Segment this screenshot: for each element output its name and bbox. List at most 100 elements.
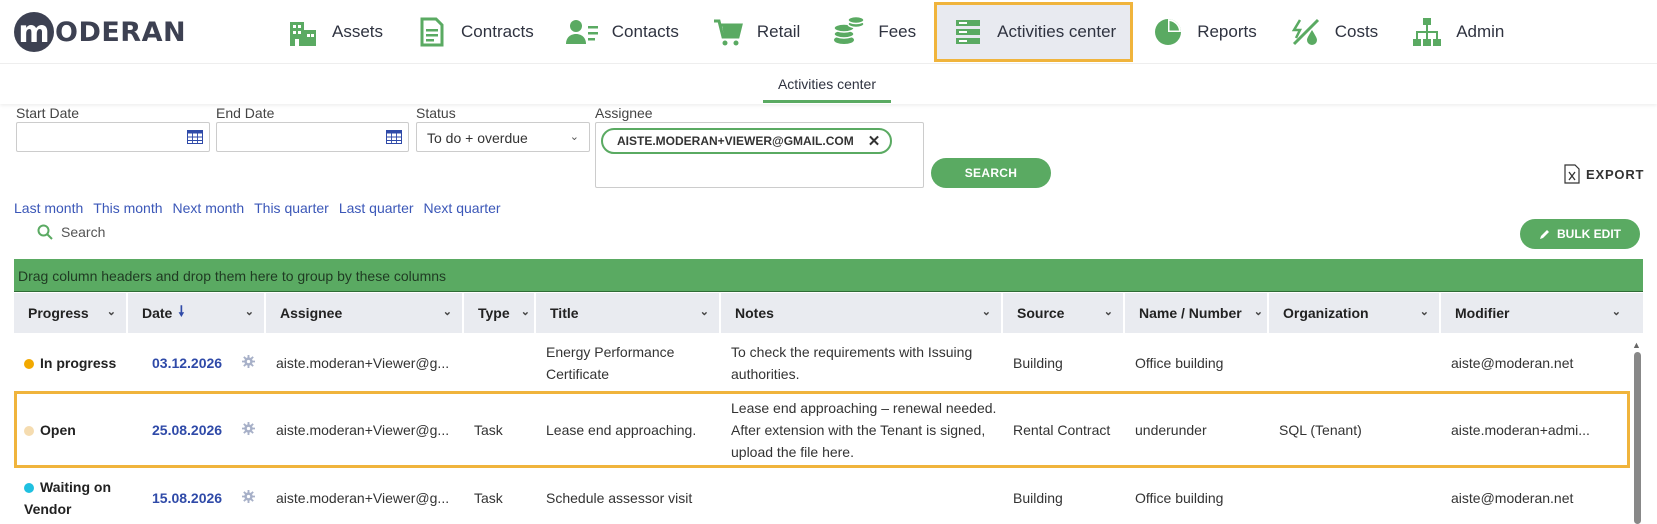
column-notes[interactable]: Notes ⌄ xyxy=(721,293,1003,333)
column-organization-label: Organization xyxy=(1283,305,1369,321)
coins-icon xyxy=(832,15,866,49)
range-next-month[interactable]: Next month xyxy=(173,200,245,216)
table-row[interactable]: Open 25.08.2026 aiste.moderan+Viewer@g..… xyxy=(14,391,1630,468)
progress-text: In progress xyxy=(40,355,117,371)
nav-assets[interactable]: Assets xyxy=(272,2,397,62)
column-source-label: Source xyxy=(1017,305,1065,321)
chevron-down-icon[interactable]: ⌄ xyxy=(521,305,530,318)
nav-costs[interactable]: Costs xyxy=(1275,2,1392,62)
range-last-month[interactable]: Last month xyxy=(14,200,83,216)
bulk-edit-button[interactable]: BULK EDIT xyxy=(1520,219,1640,249)
cell-modifier: aiste.moderan+admi... xyxy=(1451,421,1590,438)
cell-assignee: aiste.moderan+Viewer@g... xyxy=(276,421,450,438)
assignee-chip-label: AISTE.MODERAN+VIEWER@GMAIL.COM xyxy=(617,134,854,148)
cell-type: Task xyxy=(474,421,503,438)
assignee-label: Assignee xyxy=(595,105,653,121)
table-row[interactable]: Waiting on Vendor 15.08.2026 aiste.moder… xyxy=(14,474,1630,522)
chevron-down-icon[interactable]: ⌄ xyxy=(443,305,452,318)
logo-text: ODERAN xyxy=(55,16,187,48)
cell-source: Rental Contract xyxy=(1013,421,1111,438)
start-date-label: Start Date xyxy=(16,105,80,121)
nav-costs-label: Costs xyxy=(1334,22,1379,41)
calendar-icon[interactable] xyxy=(187,130,203,149)
status-select[interactable]: To do + overdue ⌄ xyxy=(416,122,590,152)
pencil-icon xyxy=(1540,230,1549,239)
cell-name-number: Office building xyxy=(1135,355,1224,371)
moderan-logo[interactable]: m ODERAN xyxy=(14,12,186,52)
column-type[interactable]: Type ⌄ xyxy=(464,293,536,333)
scrollbar-thumb[interactable] xyxy=(1634,352,1641,524)
assignee-input[interactable]: AISTE.MODERAN+VIEWER@GMAIL.COM ✕ xyxy=(595,122,924,188)
chevron-down-icon[interactable]: ⌄ xyxy=(982,305,991,318)
cell-assignee: aiste.moderan+Viewer@g... xyxy=(276,490,450,506)
search-button[interactable]: SEARCH xyxy=(931,158,1051,188)
nav-fees-label: Fees xyxy=(878,22,917,41)
chevron-down-icon[interactable]: ⌄ xyxy=(1612,305,1621,318)
group-by-bar[interactable]: Drag column headers and drop them here t… xyxy=(14,259,1643,292)
column-date[interactable]: Date 🠗 ⌄ xyxy=(128,293,266,333)
cell-name-number: underunder xyxy=(1135,421,1207,438)
cell-organization: SQL (Tenant) xyxy=(1279,421,1362,438)
chevron-down-icon[interactable]: ⌄ xyxy=(245,305,254,318)
search-input[interactable]: Search xyxy=(61,224,105,240)
nav-activities-center-label: Activities center xyxy=(997,22,1117,41)
cell-title: Lease end approaching. xyxy=(546,421,697,438)
cell-title: Energy Performance Certificate xyxy=(546,344,675,382)
range-this-month[interactable]: This month xyxy=(93,200,162,216)
tab-activities-center[interactable]: Activities center xyxy=(763,76,891,103)
org-chart-icon xyxy=(1410,15,1444,49)
cell-date[interactable]: 15.08.2026 xyxy=(128,487,240,509)
calendar-icon[interactable] xyxy=(386,130,402,149)
nav-reports[interactable]: Reports xyxy=(1137,2,1271,62)
column-type-label: Type xyxy=(478,305,510,321)
export-button[interactable]: EXPORT xyxy=(1564,164,1644,184)
top-bar: m ODERAN Assets Contracts Contacts Retai… xyxy=(0,0,1657,64)
column-organization[interactable]: Organization ⌄ xyxy=(1269,293,1441,333)
column-progress-label: Progress xyxy=(28,305,89,321)
progress-text: Waiting on Vendor xyxy=(24,479,112,517)
end-date-input[interactable] xyxy=(216,122,409,152)
nav-admin[interactable]: Admin xyxy=(1396,2,1518,62)
column-modifier[interactable]: Modifier ⌄ xyxy=(1441,293,1643,333)
excel-icon xyxy=(1564,164,1580,184)
grid-search[interactable]: Search xyxy=(37,224,105,240)
nav-assets-label: Assets xyxy=(332,22,384,41)
start-date-input[interactable] xyxy=(16,122,210,152)
chevron-down-icon[interactable]: ⌄ xyxy=(1104,305,1113,318)
nav-activities-center[interactable]: Activities center xyxy=(934,2,1134,62)
table-row[interactable]: In progress 03.12.2026 aiste.moderan+Vie… xyxy=(14,340,1630,386)
nav-contacts[interactable]: Contacts xyxy=(552,2,693,62)
chevron-down-icon[interactable]: ⌄ xyxy=(1420,305,1429,318)
column-notes-label: Notes xyxy=(735,305,774,321)
column-name-number-label: Name / Number xyxy=(1139,305,1242,321)
gear-icon[interactable] xyxy=(240,419,266,441)
cell-date[interactable]: 03.12.2026 xyxy=(128,352,240,374)
column-source[interactable]: Source ⌄ xyxy=(1003,293,1125,333)
column-assignee[interactable]: Assignee ⌄ xyxy=(266,293,464,333)
nav-reports-label: Reports xyxy=(1197,22,1257,41)
nav-retail[interactable]: Retail xyxy=(697,2,814,62)
cell-notes: To check the requirements with Issuing a… xyxy=(731,344,973,382)
chevron-down-icon[interactable]: ⌄ xyxy=(1254,305,1263,318)
column-title[interactable]: Title ⌄ xyxy=(536,293,721,333)
progress-text: Open xyxy=(40,421,76,438)
cell-assignee: aiste.moderan+Viewer@g... xyxy=(276,355,450,371)
nav-fees[interactable]: Fees xyxy=(818,2,930,62)
gear-icon[interactable] xyxy=(240,487,266,509)
close-icon[interactable]: ✕ xyxy=(868,132,881,150)
nav-contracts[interactable]: Contracts xyxy=(401,2,548,62)
status-dot xyxy=(24,425,34,436)
chevron-down-icon[interactable]: ⌄ xyxy=(107,305,116,318)
column-progress[interactable]: Progress ⌄ xyxy=(14,293,128,333)
chevron-down-icon[interactable]: ⌄ xyxy=(700,305,709,318)
scroll-up-icon[interactable]: ▲ xyxy=(1632,340,1641,350)
cell-date[interactable]: 25.08.2026 xyxy=(128,419,240,441)
range-last-quarter[interactable]: Last quarter xyxy=(339,200,414,216)
assignee-chip[interactable]: AISTE.MODERAN+VIEWER@GMAIL.COM ✕ xyxy=(601,128,893,154)
gear-icon[interactable] xyxy=(240,352,266,374)
column-name-number[interactable]: Name / Number ⌄ xyxy=(1125,293,1269,333)
costs-icon xyxy=(1289,15,1323,49)
range-next-quarter[interactable]: Next quarter xyxy=(424,200,501,216)
range-this-quarter[interactable]: This quarter xyxy=(254,200,329,216)
chevron-down-icon: ⌄ xyxy=(569,131,579,143)
